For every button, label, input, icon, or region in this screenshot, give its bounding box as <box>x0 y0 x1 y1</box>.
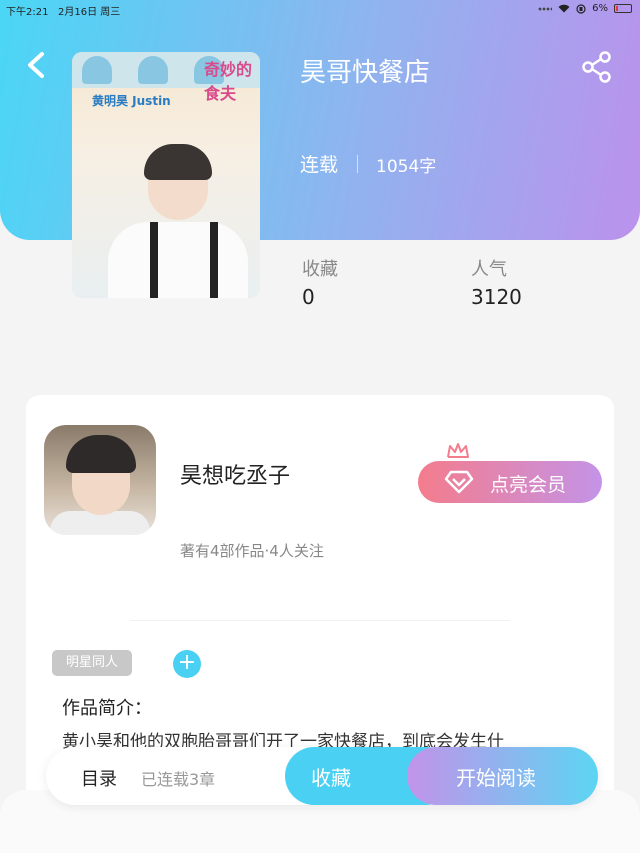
cover-strap <box>150 222 158 298</box>
toc-button[interactable]: 目录 <box>81 765 117 791</box>
book-cover: 奇妙的食夫 黄明昊 Justin <box>72 52 260 298</box>
word-count: 1054字 <box>376 157 437 177</box>
avatar-hair <box>66 435 136 473</box>
cover-logo: 奇妙的食夫 <box>204 60 253 103</box>
section-divider <box>130 620 510 621</box>
author-meta: 著有4部作品·4人关注 <box>180 542 324 560</box>
status-date: 2月16日 周三 <box>58 7 121 18</box>
genre-tag[interactable]: 明星同人 <box>52 650 133 676</box>
favorite-button-label: 收藏 <box>311 766 351 790</box>
start-reading-button[interactable]: 开始阅读 <box>407 747 598 805</box>
orientation-lock-icon <box>576 3 586 14</box>
author-name[interactable]: 昊想吃丞子 <box>180 458 290 490</box>
status-time: 下午2:21 <box>6 7 49 18</box>
stat-favorites-label: 收藏 <box>302 259 338 280</box>
intro-label: 作品简介： <box>62 698 152 719</box>
cover-figure-body <box>108 222 248 298</box>
serial-status: 连载 <box>300 154 339 176</box>
battery-icon <box>614 4 632 13</box>
cover-name-tag: 黄明昊 Justin <box>92 94 171 108</box>
book-title: 昊哥快餐店 <box>300 58 431 88</box>
add-tag-button[interactable]: + <box>173 650 201 678</box>
vip-membership-button[interactable]: 点亮会员 <box>418 461 602 503</box>
vip-button-label: 点亮会员 <box>490 474 567 496</box>
plus-icon: + <box>177 650 197 675</box>
crown-icon <box>447 443 469 458</box>
cover-lamp <box>82 56 112 84</box>
stat-popularity-label: 人气 <box>471 259 507 280</box>
meta-divider <box>357 155 358 173</box>
share-button[interactable] <box>580 50 614 84</box>
wifi-icon <box>558 4 570 13</box>
stat-favorites-value: 0 <box>302 285 315 309</box>
cover-strap <box>210 222 218 298</box>
chevron-left-icon <box>28 52 44 78</box>
status-bar: 下午2:21 2月16日 周三 6% <box>0 0 640 18</box>
chapter-count: 已连载3章 <box>141 770 216 789</box>
battery-percent: 6% <box>592 3 608 14</box>
stat-popularity-value: 3120 <box>471 285 522 309</box>
start-reading-label: 开始阅读 <box>456 766 536 790</box>
share-icon <box>582 51 611 83</box>
author-avatar[interactable] <box>44 425 156 535</box>
back-button[interactable] <box>22 48 52 82</box>
cover-figure-hair <box>144 144 212 180</box>
multitasking-dots-icon <box>538 6 553 11</box>
cover-lamp <box>138 56 168 84</box>
diamond-icon <box>444 470 474 494</box>
